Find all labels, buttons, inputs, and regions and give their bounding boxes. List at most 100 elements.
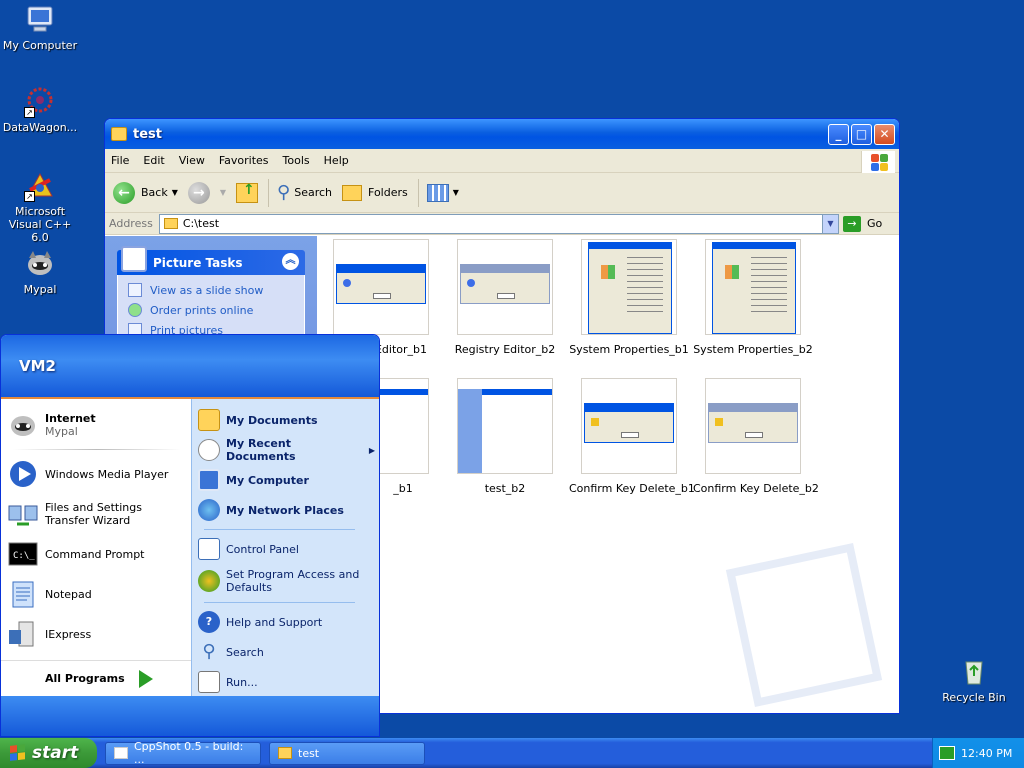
place-my-computer[interactable]: My Computer <box>198 465 375 495</box>
up-folder-button[interactable]: ↑ <box>236 182 259 203</box>
close-button[interactable]: ✕ <box>874 123 895 145</box>
collapse-icon[interactable]: ︽ <box>282 253 299 270</box>
notepad-icon <box>7 578 39 610</box>
forward-arrow-icon: → <box>187 181 210 204</box>
picture-tasks-header[interactable]: Picture Tasks ︽ <box>117 245 305 275</box>
desktop-icon-datawagon[interactable]: ↗ DataWagon... <box>0 86 80 134</box>
program-access-label: Set Program Access and Defaults <box>226 568 360 594</box>
program-command-prompt[interactable]: C:\_ Command Prompt <box>7 534 187 574</box>
minimize-button[interactable]: _ <box>828 123 849 145</box>
menu-divider <box>204 529 355 530</box>
taskbar-button-cppshot[interactable]: CppShot 0.5 - build: ... <box>105 740 261 766</box>
menu-edit[interactable]: Edit <box>143 154 164 167</box>
picture-tasks-icon <box>121 245 147 272</box>
window-titlebar[interactable]: test _ □ ✕ <box>105 119 899 149</box>
chevron-down-icon[interactable]: ▼ <box>220 188 226 197</box>
order-prints-icon <box>128 303 142 317</box>
desktop-icon-visual-cpp[interactable]: ↗ Microsoft Visual C++ 6.0 <box>0 170 80 244</box>
go-arrow-icon: → <box>843 215 861 232</box>
clock[interactable]: 12:40 PM <box>961 747 1012 760</box>
file-item[interactable]: System Properties_b2 <box>693 239 813 356</box>
command-prompt-label: Command Prompt <box>45 547 145 561</box>
taskbar: start CppShot 0.5 - build: ... test 12:4… <box>0 738 1024 768</box>
internet-sub-label: Mypal <box>45 425 78 438</box>
back-button[interactable]: ← Back ▼ <box>113 181 178 204</box>
place-program-access[interactable]: Set Program Access and Defaults <box>198 564 375 598</box>
green-arrow-icon <box>138 669 153 688</box>
menu-favorites[interactable]: Favorites <box>219 154 269 167</box>
file-thumbnail <box>333 239 429 335</box>
start-menu-footer <box>1 696 379 736</box>
file-item[interactable]: Confirm Key Delete_b1 <box>569 378 695 495</box>
search-label: Search <box>294 186 333 199</box>
file-item[interactable]: System Properties_b1 <box>569 239 689 356</box>
slideshow-link[interactable]: View as a slide show <box>128 283 294 297</box>
watermark-picture-icon <box>725 543 883 707</box>
place-help-support[interactable]: ? Help and Support <box>198 607 375 637</box>
desktop-icon-recycle-bin[interactable]: Recycle Bin <box>934 656 1014 704</box>
all-programs-button[interactable]: All Programs <box>1 660 191 696</box>
place-control-panel[interactable]: Control Panel <box>198 534 375 564</box>
file-name: Registry Editor_b2 <box>454 343 556 356</box>
start-button[interactable]: start <box>0 738 97 768</box>
dialog-preview <box>708 403 798 443</box>
address-dropdown-button[interactable]: ▼ <box>822 214 838 233</box>
forward-button[interactable]: → ▼ <box>187 181 226 204</box>
file-item[interactable]: test_b2 <box>445 378 565 495</box>
desktop-icon-label: Microsoft Visual C++ 6.0 <box>8 205 72 244</box>
folders-icon <box>342 184 363 201</box>
order-prints-link[interactable]: Order prints online <box>128 303 294 317</box>
submenu-arrow-icon: ▶ <box>368 445 375 455</box>
program-media-player[interactable]: Windows Media Player <box>7 454 187 494</box>
program-iexpress[interactable]: IExpress <box>7 614 187 654</box>
file-item[interactable]: Confirm Key Delete_b2 <box>693 378 819 495</box>
pinned-internet[interactable]: Internet Mypal <box>7 405 187 445</box>
back-arrow-icon: ← <box>113 181 135 204</box>
folder-icon <box>111 127 127 141</box>
menu-file[interactable]: File <box>111 154 129 167</box>
order-prints-label: Order prints online <box>150 303 254 317</box>
menu-help[interactable]: Help <box>324 154 349 167</box>
views-button[interactable]: ▼ <box>426 183 459 202</box>
my-documents-label: My Documents <box>226 413 318 427</box>
media-player-label: Windows Media Player <box>45 467 169 481</box>
menu-divider <box>204 602 355 603</box>
file-item[interactable]: Registry Editor_b2 <box>445 239 565 356</box>
place-my-documents[interactable]: My Documents <box>198 405 375 435</box>
start-menu-right-column: My Documents My Recent Documents ▶ My Co… <box>191 399 379 696</box>
place-recent-documents[interactable]: My Recent Documents ▶ <box>198 435 375 465</box>
go-button[interactable]: → Go <box>843 215 895 232</box>
menu-view[interactable]: View <box>179 154 205 167</box>
file-thumbnail <box>705 239 801 335</box>
control-panel-icon <box>198 538 220 560</box>
visual-cpp-icon: ↗ <box>24 170 56 202</box>
address-bar: Address C:\test ▼ → Go <box>105 213 899 235</box>
desktop-icon-label: DataWagon... <box>2 121 78 134</box>
desktop-icon-my-computer[interactable]: My Computer <box>0 4 80 52</box>
folders-button[interactable]: Folders <box>342 184 408 201</box>
windows-logo-icon <box>861 151 895 173</box>
recent-documents-icon <box>198 439 220 461</box>
menu-tools[interactable]: Tools <box>283 154 310 167</box>
program-transfer-wizard[interactable]: Files and Settings Transfer Wizard <box>7 494 187 534</box>
chevron-down-icon[interactable]: ▼ <box>172 188 178 197</box>
picture-tasks-title: Picture Tasks <box>153 255 243 270</box>
program-notepad[interactable]: Notepad <box>7 574 187 614</box>
place-run[interactable]: Run... <box>198 667 375 697</box>
properties-preview <box>588 242 672 334</box>
dialog-preview <box>584 403 674 443</box>
desktop-icon-mypal[interactable]: Mypal <box>0 248 80 296</box>
address-input[interactable]: C:\test ▼ <box>158 213 839 234</box>
system-tray: 12:40 PM <box>932 738 1024 768</box>
maximize-button[interactable]: □ <box>851 123 872 145</box>
search-button[interactable]: ⚲ Search <box>277 182 332 203</box>
taskbar-button-test[interactable]: test <box>269 741 425 765</box>
address-value: C:\test <box>182 217 220 230</box>
desktop-icon-label: My Computer <box>2 39 78 52</box>
network-tray-icon[interactable] <box>939 746 955 760</box>
dialog-preview <box>336 264 426 304</box>
place-search[interactable]: ⚲ Search <box>198 637 375 667</box>
start-menu-header: VM2 <box>1 335 379 399</box>
taskbar-button-label: test <box>298 746 320 760</box>
place-network-places[interactable]: My Network Places <box>198 495 375 525</box>
